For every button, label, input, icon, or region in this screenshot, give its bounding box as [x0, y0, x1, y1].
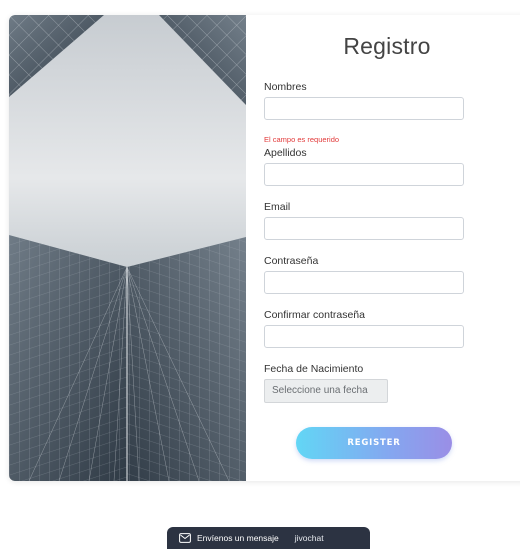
chat-brand-logo: jivochat — [294, 533, 324, 543]
chat-widget-bar[interactable]: Envíenos un mensaje jivochat — [167, 527, 370, 549]
nombres-input[interactable] — [264, 97, 464, 120]
confirm-password-input[interactable] — [264, 325, 464, 348]
registration-form: Registro Nombres El campo es requerido A… — [246, 15, 520, 481]
password-input[interactable] — [264, 271, 464, 294]
register-button[interactable]: REGISTER — [296, 427, 452, 459]
page-title: Registro — [343, 33, 431, 59]
mail-icon — [179, 533, 191, 543]
registration-card: Registro Nombres El campo es requerido A… — [9, 15, 520, 481]
birthdate-picker[interactable]: Seleccione una fecha — [264, 379, 388, 403]
nombres-error-message: El campo es requerido — [264, 135, 340, 144]
nombres-label: Nombres — [264, 81, 307, 93]
fecha-label: Fecha de Nacimiento — [264, 363, 364, 375]
apellidos-input[interactable] — [264, 163, 464, 186]
chat-message-label: Envíenos un mensaje — [197, 533, 279, 543]
contrasena-label: Contraseña — [264, 255, 319, 267]
apellidos-label: Apellidos — [264, 147, 307, 159]
email-input[interactable] — [264, 217, 464, 240]
confirmar-label: Confirmar contraseña — [264, 309, 365, 321]
skyscraper-illustration — [9, 15, 246, 481]
email-label: Email — [264, 201, 291, 213]
skyscraper-image — [9, 15, 246, 481]
